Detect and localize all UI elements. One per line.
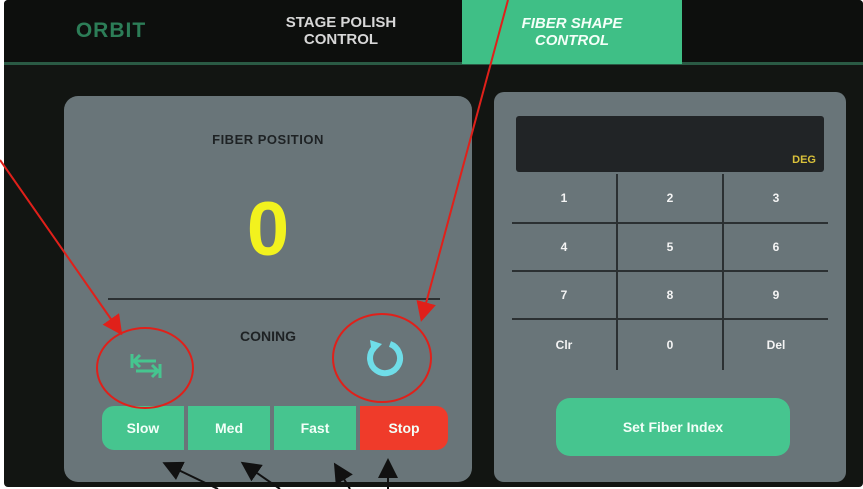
tab-fiber-shape-control[interactable]: FIBER SHAPE CONTROL (462, 0, 682, 64)
fiber-position-label: FIBER POSITION (212, 132, 324, 147)
key-5[interactable]: 5 (618, 224, 722, 270)
fiber-position-panel: FIBER POSITION 0 CONING Slow Med Fast St… (64, 96, 472, 482)
key-clear[interactable]: Clr (512, 320, 616, 370)
key-8[interactable]: 8 (618, 272, 722, 318)
key-delete[interactable]: Del (724, 320, 828, 370)
key-4[interactable]: 4 (512, 224, 616, 270)
numeric-display: DEG (516, 116, 824, 172)
divider (108, 298, 440, 300)
key-0[interactable]: 0 (618, 320, 722, 370)
key-1[interactable]: 1 (512, 174, 616, 222)
tab-orbit[interactable]: ORBIT (56, 0, 166, 62)
key-6[interactable]: 6 (724, 224, 828, 270)
fiber-index-panel: DEG 1 2 3 4 5 6 7 8 9 Clr 0 Del Set Fibe… (494, 92, 846, 482)
med-button[interactable]: Med (188, 406, 270, 450)
key-3[interactable]: 3 (724, 174, 828, 222)
refresh-icon[interactable] (354, 328, 414, 388)
key-7[interactable]: 7 (512, 272, 616, 318)
speed-buttons: Slow Med Fast Stop (102, 406, 448, 450)
fiber-position-value: 0 (246, 187, 290, 272)
fast-button[interactable]: Fast (274, 406, 356, 450)
touchscreen: ORBIT STAGE POLISH CONTROL FIBER SHAPE C… (4, 0, 863, 487)
set-fiber-index-button[interactable]: Set Fiber Index (556, 398, 790, 456)
key-2[interactable]: 2 (618, 174, 722, 222)
keypad: 1 2 3 4 5 6 7 8 9 Clr 0 Del (512, 174, 828, 370)
tab-bar: ORBIT STAGE POLISH CONTROL FIBER SHAPE C… (4, 0, 863, 65)
display-unit: DEG (792, 154, 816, 166)
slow-button[interactable]: Slow (102, 406, 184, 450)
key-9[interactable]: 9 (724, 272, 828, 318)
swap-arrows-icon[interactable] (122, 342, 170, 390)
stop-button[interactable]: Stop (360, 406, 448, 450)
tab-stage-polish-control[interactable]: STAGE POLISH CONTROL (256, 0, 426, 62)
